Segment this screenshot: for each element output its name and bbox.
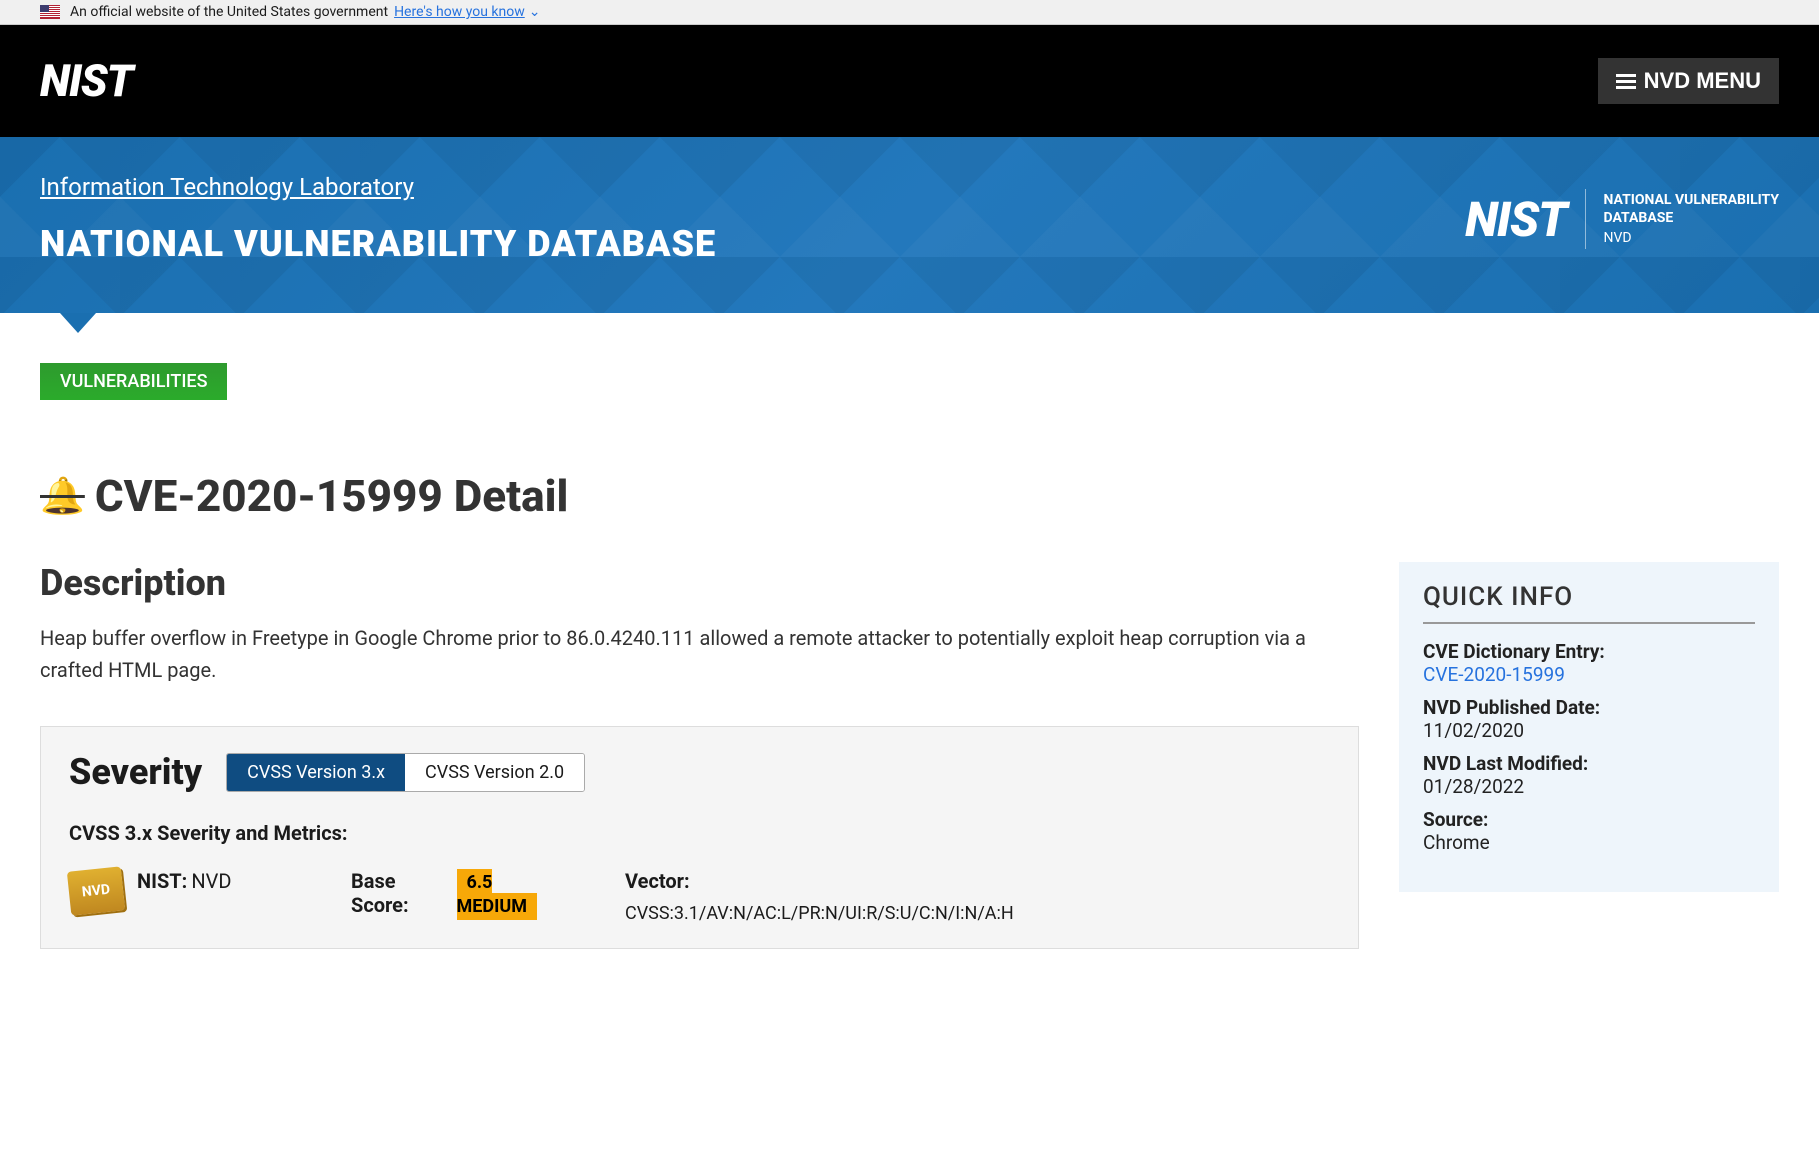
- site-header: NIST NVD MENU: [0, 25, 1819, 137]
- nvd-badge-icon: NVD: [67, 866, 125, 915]
- gov-banner-expand-link[interactable]: Here's how you know: [394, 4, 525, 20]
- tab-cvss-v3[interactable]: CVSS Version 3.x: [227, 754, 405, 791]
- metric-score: Base Score: 6.5 MEDIUM: [351, 869, 571, 917]
- gov-banner-text: An official website of the United States…: [70, 4, 388, 20]
- hamburger-icon: [1616, 71, 1636, 92]
- dict-entry-label: CVE Dictionary Entry:: [1423, 640, 1755, 663]
- nist-label: NIST:: [137, 869, 187, 893]
- score-label: Base Score:: [351, 869, 453, 917]
- severity-panel: Severity CVSS Version 3.x CVSS Version 2…: [40, 726, 1359, 949]
- bell-off-icon: 🔔: [40, 475, 85, 517]
- itl-link[interactable]: Information Technology Laboratory: [40, 173, 414, 201]
- nvd-database-title[interactable]: NATIONAL VULNERABILITY DATABASE: [40, 223, 716, 265]
- vector-value: CVSS:3.1/AV:N/AC:L/PR:N/UI:R/S:U/C:N/I:N…: [625, 903, 1330, 924]
- nist-logo[interactable]: NIST: [40, 55, 133, 107]
- metric-vector: Vector: CVSS:3.1/AV:N/AC:L/PR:N/UI:R/S:U…: [625, 869, 1330, 924]
- banner-notch: [60, 313, 96, 333]
- vulnerabilities-badge[interactable]: VULNERABILITIES: [40, 363, 227, 400]
- us-flag-icon: [40, 5, 60, 19]
- modified-date-value: 01/28/2022: [1423, 775, 1755, 798]
- published-date-value: 11/02/2020: [1423, 719, 1755, 742]
- cvss-tab-group: CVSS Version 3.x CVSS Version 2.0: [226, 753, 585, 792]
- quick-info-title: QUICK INFO: [1423, 582, 1755, 624]
- blue-banner: Information Technology Laboratory NATION…: [0, 137, 1819, 313]
- vector-label: Vector:: [625, 869, 1330, 893]
- metric-nist: NIST: NVD: [137, 869, 297, 893]
- quick-info-panel: QUICK INFO CVE Dictionary Entry: CVE-202…: [1399, 562, 1779, 892]
- tab-cvss-v2[interactable]: CVSS Version 2.0: [405, 754, 584, 791]
- page-title-text: CVE-2020-15999 Detail: [95, 470, 569, 522]
- description-heading: Description: [40, 562, 1359, 604]
- source-value: Chrome: [1423, 831, 1755, 854]
- nvd-label-line1: NATIONAL VULNERABILITY: [1604, 191, 1779, 209]
- page-title: 🔔 CVE-2020-15999 Detail: [40, 470, 1779, 522]
- nvd-menu-button[interactable]: NVD MENU: [1598, 58, 1779, 104]
- banner-logo-block: NIST NATIONAL VULNERABILITY DATABASE NVD: [1465, 189, 1779, 249]
- nist-logo-banner: NIST: [1465, 191, 1566, 248]
- modified-date-label: NVD Last Modified:: [1423, 752, 1755, 775]
- nvd-menu-label: NVD MENU: [1644, 68, 1761, 94]
- metrics-heading: CVSS 3.x Severity and Metrics:: [69, 821, 1330, 845]
- nvd-label-sub: NVD: [1604, 229, 1779, 247]
- dict-entry-link[interactable]: CVE-2020-15999: [1423, 663, 1565, 686]
- published-date-label: NVD Published Date:: [1423, 696, 1755, 719]
- nvd-label-line2: DATABASE: [1604, 209, 1779, 227]
- description-text: Heap buffer overflow in Freetype in Goog…: [40, 622, 1359, 686]
- nist-value: NVD: [191, 869, 231, 893]
- nvd-label-stack: NATIONAL VULNERABILITY DATABASE NVD: [1604, 191, 1779, 248]
- gov-banner: An official website of the United States…: [0, 0, 1819, 25]
- score-badge[interactable]: 6.5 MEDIUM: [457, 869, 537, 920]
- severity-title: Severity: [69, 751, 202, 793]
- source-label: Source:: [1423, 808, 1755, 831]
- divider-line: [1585, 189, 1586, 249]
- chevron-down-icon: ⌄: [529, 4, 541, 20]
